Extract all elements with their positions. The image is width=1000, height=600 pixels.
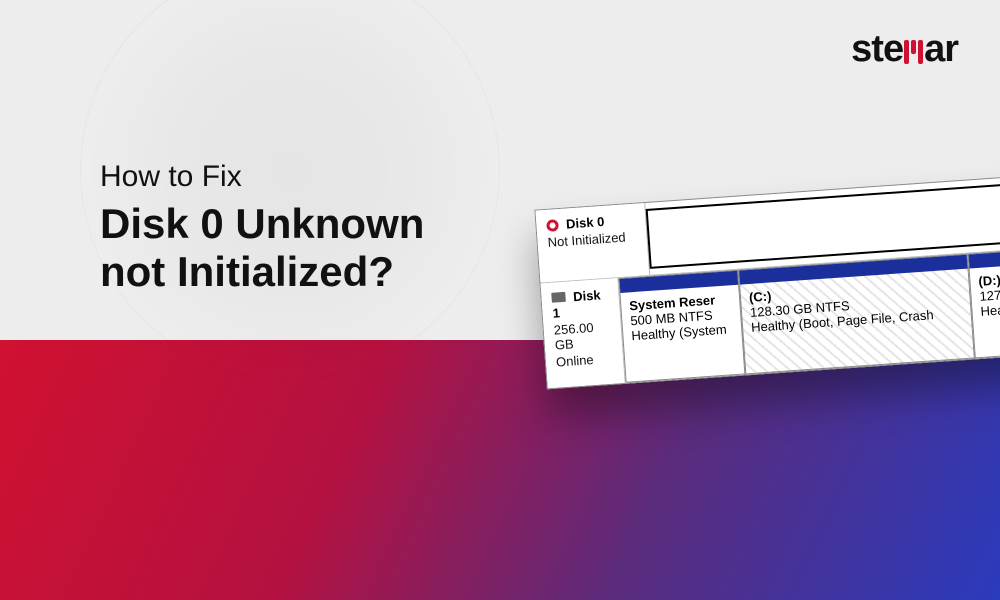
volume-name: (D:): [978, 266, 1000, 289]
error-status-icon: [546, 219, 559, 232]
headline-line1: How to Fix: [100, 160, 424, 194]
headline-line2: Disk 0 Unknown: [100, 200, 424, 248]
headline-line3: not Initialized?: [100, 248, 424, 296]
disk1-size: 256.00 GB: [553, 319, 612, 353]
brand-bars-icon: [903, 31, 924, 74]
headline-block: How to Fix Disk 0 Unknown not Initialize…: [100, 160, 424, 297]
brand-logo: stear: [851, 28, 958, 74]
disk0-label: Disk 0: [566, 214, 605, 232]
disk0-sidecell[interactable]: Disk 0 Not Initialized: [535, 203, 650, 282]
volume-c[interactable]: (C:) 128.30 GB NTFS Healthy (Boot, Page …: [738, 254, 975, 375]
disk1-status: Online: [556, 351, 614, 370]
volume-system-reserved[interactable]: System Reser 500 MB NTFS Healthy (System: [618, 270, 745, 383]
brand-text-left: ste: [851, 28, 903, 70]
hdd-icon: [551, 292, 566, 303]
brand-text-right: ar: [924, 28, 958, 70]
disk1-sidecell[interactable]: Disk 1 256.00 GB Online: [541, 278, 626, 388]
gradient-band: [0, 340, 1000, 600]
